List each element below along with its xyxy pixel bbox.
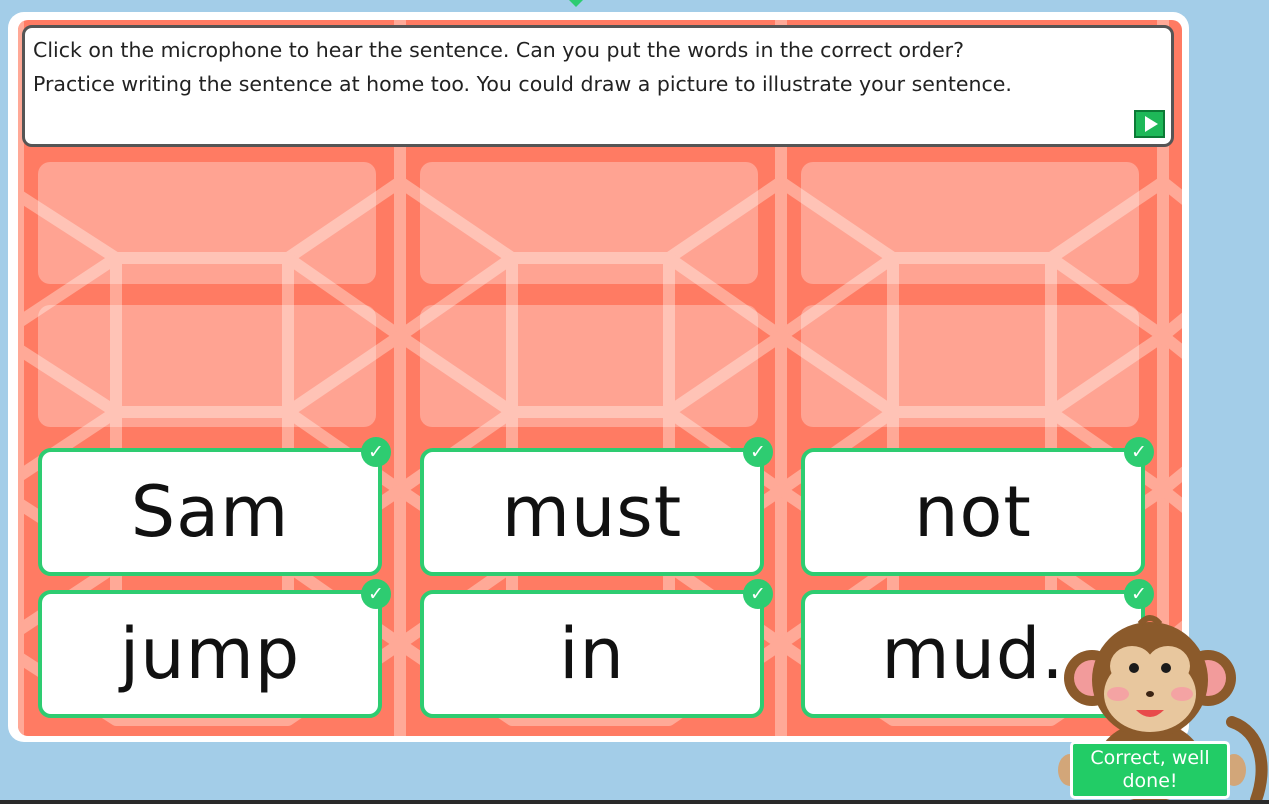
instructions-box: Click on the microphone to hear the sent… bbox=[22, 25, 1174, 147]
feedback-banner: Correct, well done! bbox=[1070, 741, 1230, 799]
answer-slot-3[interactable] bbox=[801, 162, 1139, 284]
answer-slot-5[interactable] bbox=[420, 305, 758, 427]
checkmark-icon: ✓ bbox=[361, 437, 391, 467]
checkmark-icon: ✓ bbox=[1124, 579, 1154, 609]
answer-slot-1[interactable] bbox=[38, 162, 376, 284]
word-tile-sam[interactable]: Sam ✓ bbox=[38, 437, 391, 576]
play-icon bbox=[1144, 116, 1158, 132]
feedback-line-1: Correct, well bbox=[1090, 747, 1210, 769]
word-tile-jump[interactable]: jump ✓ bbox=[38, 579, 391, 718]
word-text: Sam bbox=[130, 471, 290, 553]
checkmark-icon: ✓ bbox=[743, 579, 773, 609]
bottom-edge bbox=[0, 800, 1269, 804]
checkmark-icon: ✓ bbox=[743, 437, 773, 467]
word-text: mud. bbox=[881, 613, 1065, 695]
answer-slot-6[interactable] bbox=[801, 305, 1139, 427]
word-text: not bbox=[914, 471, 1032, 553]
word-tile-must[interactable]: must ✓ bbox=[420, 437, 773, 576]
word-text: in bbox=[559, 613, 625, 695]
play-sentence-button[interactable] bbox=[1134, 110, 1165, 138]
checkmark-icon: ✓ bbox=[1124, 437, 1154, 467]
word-text: must bbox=[501, 471, 683, 553]
word-text: jump bbox=[119, 613, 301, 695]
word-tile-not[interactable]: not ✓ bbox=[801, 437, 1154, 576]
answer-slot-2[interactable] bbox=[420, 162, 758, 284]
word-tile-in[interactable]: in ✓ bbox=[420, 579, 773, 718]
instructions-line-2: Practice writing the sentence at home to… bbox=[33, 72, 1012, 96]
feedback-line-2: done! bbox=[1122, 770, 1178, 792]
answer-slot-4[interactable] bbox=[38, 305, 376, 427]
top-marker bbox=[569, 0, 583, 7]
checkmark-icon: ✓ bbox=[361, 579, 391, 609]
instructions-line-1: Click on the microphone to hear the sent… bbox=[33, 38, 964, 62]
